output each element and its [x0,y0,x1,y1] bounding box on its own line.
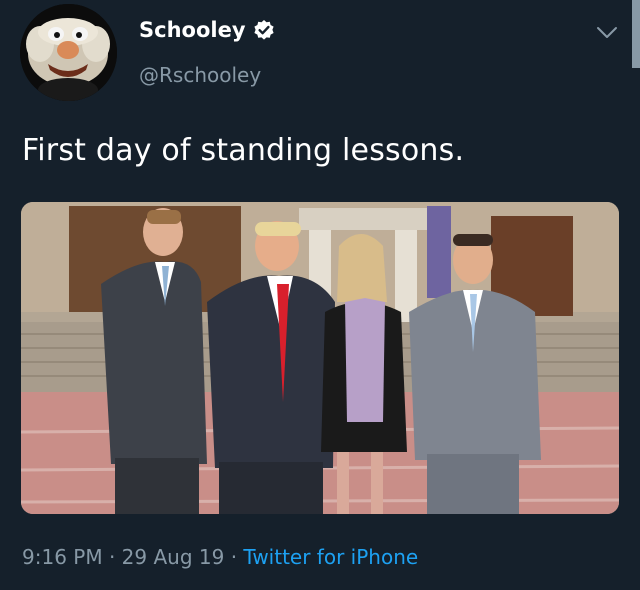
tweet-text: First day of standing lessons. [22,133,465,168]
scrollbar[interactable] [632,0,640,68]
tweet-time[interactable]: 9:16 PM [22,545,103,569]
muppet-avatar-image [20,4,117,101]
tweet-meta: 9:16 PM · 29 Aug 19 · Twitter for iPhone [22,545,418,569]
tweet-source-link[interactable]: Twitter for iPhone [243,545,418,569]
display-name-row[interactable]: Schooley [139,18,275,42]
display-name[interactable]: Schooley [139,18,246,42]
verified-badge-icon [253,19,275,41]
photo-illustration [21,202,619,514]
user-handle[interactable]: @Rschooley [139,63,261,87]
meta-separator: · [230,545,238,569]
avatar[interactable] [20,4,117,101]
chevron-down-icon[interactable] [596,25,618,39]
tweet-photo[interactable] [21,202,619,514]
meta-separator: · [108,545,116,569]
tweet-date[interactable]: 29 Aug 19 [122,545,225,569]
